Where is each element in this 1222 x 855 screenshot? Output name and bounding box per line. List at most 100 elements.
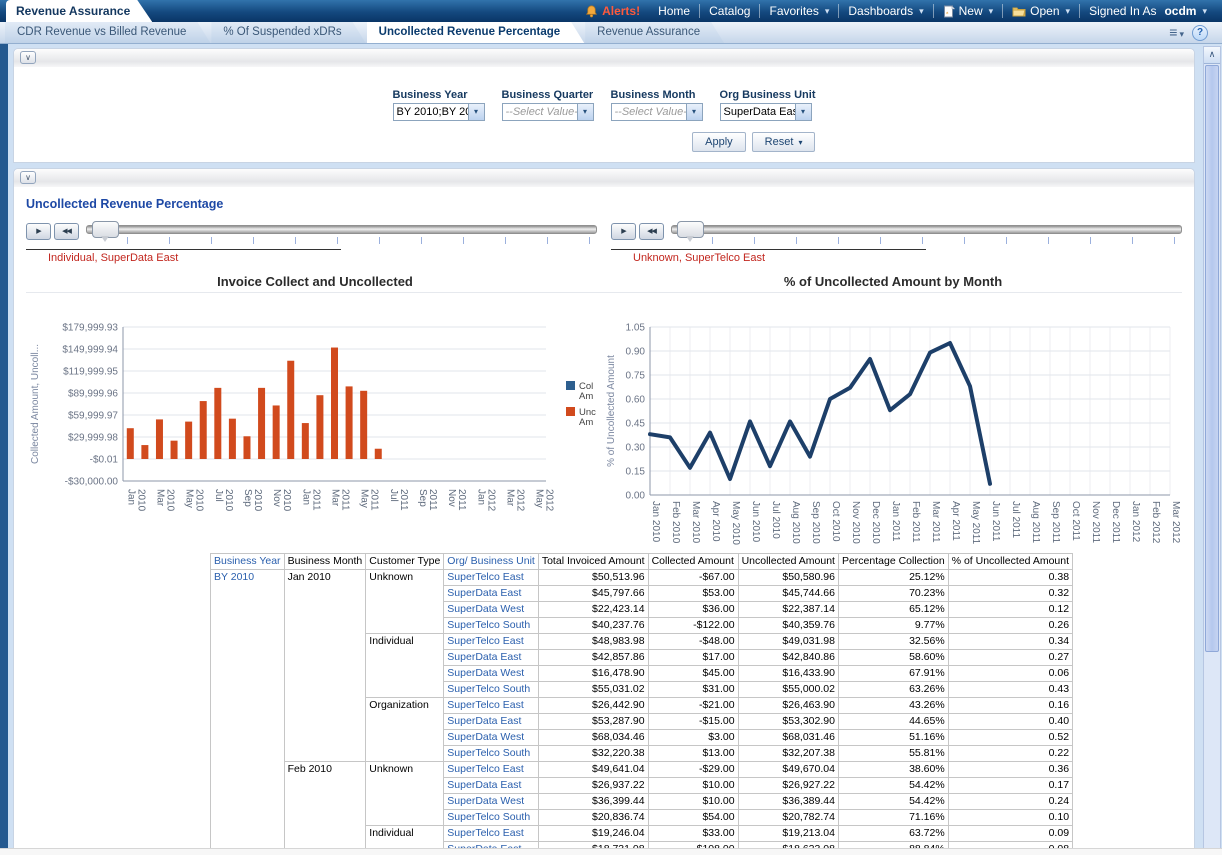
tab-uncollected-revenue-percentage[interactable]: Uncollected Revenue Percentage xyxy=(367,22,585,43)
svg-text:$119,999.95: $119,999.95 xyxy=(63,367,118,378)
scrollbar-thumb[interactable] xyxy=(1205,65,1219,652)
pct-collection-cell: 70.23% xyxy=(838,586,948,602)
svg-text:0.00: 0.00 xyxy=(626,491,646,502)
prompt-dropdown-org-business-unit[interactable]: SuperData East;S▾ xyxy=(720,103,812,121)
svg-text:May: May xyxy=(534,489,545,508)
collapse-panel-button[interactable]: ∨ xyxy=(20,171,36,184)
business-unit-link[interactable]: SuperTelco East xyxy=(444,570,539,586)
svg-text:2010: 2010 xyxy=(223,489,234,512)
slider-ticks xyxy=(671,237,1182,244)
nav-signed-in-as[interactable]: Signed In As ocdm ▾ xyxy=(1080,0,1216,22)
slider-play-button[interactable]: ▶ xyxy=(611,223,636,240)
business-unit-link[interactable]: SuperData West xyxy=(444,666,539,682)
reset-button[interactable]: Reset ▾ xyxy=(752,132,816,152)
prompt-dropdown-business-month[interactable]: --Select Value--▾ xyxy=(611,103,703,121)
column-header-org-business-unit[interactable]: Org/ Business Unit xyxy=(444,554,539,570)
business-unit-link[interactable]: SuperData East xyxy=(444,586,539,602)
vertical-scrollbar[interactable]: ∧ xyxy=(1203,46,1221,853)
page-options-menu-icon[interactable]: ≡▾ xyxy=(1169,25,1184,41)
business-unit-link[interactable]: SuperTelco East xyxy=(444,634,539,650)
slider-track[interactable] xyxy=(671,225,1182,234)
nav-new[interactable]: New ▾ xyxy=(934,0,1003,22)
column-header-business-year[interactable]: Business Year xyxy=(211,554,285,570)
business-unit-link[interactable]: SuperData West xyxy=(444,730,539,746)
business-unit-link[interactable]: SuperData East xyxy=(444,714,539,730)
chevron-down-icon[interactable]: ▾ xyxy=(686,104,702,120)
business-unit-link[interactable]: SuperData West xyxy=(444,794,539,810)
collapse-panel-button[interactable]: ∨ xyxy=(20,51,36,64)
pct-collection-cell: 71.16% xyxy=(838,810,948,826)
slider-thumb[interactable] xyxy=(92,221,119,238)
prompt-dropdown-business-quarter[interactable]: --Select Value--▾ xyxy=(502,103,594,121)
collected-cell: -$122.00 xyxy=(648,618,738,634)
svg-text:Apr 2010: Apr 2010 xyxy=(710,501,721,542)
chevron-down-icon: ▾ xyxy=(989,0,994,22)
nav-home[interactable]: Home xyxy=(649,0,699,22)
uncollected-cell: $49,031.98 xyxy=(738,634,838,650)
business-unit-link[interactable]: SuperTelco South xyxy=(444,682,539,698)
scroll-up-button[interactable]: ∧ xyxy=(1204,47,1220,64)
business-unit-link[interactable]: SuperData East xyxy=(444,650,539,666)
total-invoiced-cell: $53,287.90 xyxy=(538,714,648,730)
collected-cell: $31.00 xyxy=(648,682,738,698)
svg-text:Jul: Jul xyxy=(388,489,399,502)
nav-open[interactable]: Open ▾ xyxy=(1003,0,1079,22)
business-unit-link[interactable]: SuperTelco South xyxy=(444,746,539,762)
slider-rewind-button[interactable]: ◀◀ xyxy=(54,223,79,240)
business-unit-link[interactable]: SuperTelco South xyxy=(444,810,539,826)
svg-text:0.15: 0.15 xyxy=(626,467,646,478)
tab-of-suspended-xdrs[interactable]: % Of Suspended xDRs xyxy=(211,22,365,43)
business-unit-link[interactable]: SuperData West xyxy=(444,602,539,618)
bar-chart-svg[interactable]: $179,999.93$149,999.94$119,999.95$89,999… xyxy=(26,293,611,545)
nav-favorites[interactable]: Favorites ▾ xyxy=(760,0,838,22)
svg-text:-$0.01: -$0.01 xyxy=(90,455,119,466)
business-unit-link[interactable]: SuperTelco East xyxy=(444,762,539,778)
nav-catalog[interactable]: Catalog xyxy=(700,0,759,22)
help-icon[interactable]: ? xyxy=(1192,25,1208,41)
bar-chart-title: Invoice Collect and Uncollected xyxy=(26,274,604,289)
chevron-down-icon[interactable]: ▾ xyxy=(795,104,811,120)
prompt-business-year: Business Year BY 2010;BY 2011▾ xyxy=(393,89,485,121)
business-unit-link[interactable]: SuperTelco East xyxy=(444,698,539,714)
svg-text:Am: Am xyxy=(579,417,593,428)
chevron-down-icon[interactable]: ▾ xyxy=(577,104,593,120)
uncollected-cell: $40,359.76 xyxy=(738,618,838,634)
business-unit-link[interactable]: SuperTelco South xyxy=(444,618,539,634)
slider-play-button[interactable]: ▶ xyxy=(26,223,51,240)
slider-thumb[interactable] xyxy=(677,221,704,238)
bar-chart-container: Invoice Collect and Uncollected $179,999… xyxy=(26,274,604,545)
total-invoiced-cell: $16,478.90 xyxy=(538,666,648,682)
line-chart-title: % of Uncollected Amount by Month xyxy=(604,274,1182,289)
pct-uncollected-cell: 0.06 xyxy=(948,666,1072,682)
pct-collection-cell: 63.26% xyxy=(838,682,948,698)
column-header-of-uncollected-amount: % of Uncollected Amount xyxy=(948,554,1072,570)
column-header-percentage-collection: Percentage Collection xyxy=(838,554,948,570)
chevron-down-icon[interactable]: ▾ xyxy=(468,104,484,120)
collected-cell: $10.00 xyxy=(648,794,738,810)
slider-rewind-button[interactable]: ◀◀ xyxy=(639,223,664,240)
customer-type-cell: Unknown xyxy=(366,570,444,634)
svg-text:Nov: Nov xyxy=(446,489,457,507)
charts-row: Invoice Collect and Uncollected $179,999… xyxy=(26,274,1182,545)
total-invoiced-cell: $45,797.66 xyxy=(538,586,648,602)
column-header-business-month: Business Month xyxy=(284,554,366,570)
tab-revenue-assurance[interactable]: Revenue Assurance xyxy=(585,22,724,43)
svg-text:Jan: Jan xyxy=(300,489,311,505)
total-invoiced-cell: $55,031.02 xyxy=(538,682,648,698)
nav-dashboards[interactable]: Dashboards ▾ xyxy=(839,0,932,22)
business-year-cell[interactable]: BY 2010 xyxy=(211,570,285,855)
tabs-container: CDR Revenue vs Billed Revenue% Of Suspen… xyxy=(5,22,725,43)
top-header-bar: Revenue Assurance Alerts! Home Catalog F… xyxy=(0,0,1222,22)
apply-button[interactable]: Apply xyxy=(692,132,746,152)
uncollected-cell: $36,389.44 xyxy=(738,794,838,810)
prompt-dropdown-business-year[interactable]: BY 2010;BY 2011▾ xyxy=(393,103,485,121)
business-unit-link[interactable]: SuperData East xyxy=(444,778,539,794)
svg-text:Aug 2011: Aug 2011 xyxy=(1030,501,1041,544)
slider-track[interactable] xyxy=(86,225,597,234)
business-unit-link[interactable]: SuperTelco East xyxy=(444,826,539,842)
prompt-label: Business Year xyxy=(393,89,485,101)
total-invoiced-cell: $49,641.04 xyxy=(538,762,648,778)
tab-cdr-revenue-vs-billed-revenue[interactable]: CDR Revenue vs Billed Revenue xyxy=(5,22,210,43)
nav-alerts[interactable]: Alerts! xyxy=(576,0,649,22)
line-chart-svg[interactable]: 1.050.900.750.600.450.300.150.00% of Unc… xyxy=(604,293,1189,545)
